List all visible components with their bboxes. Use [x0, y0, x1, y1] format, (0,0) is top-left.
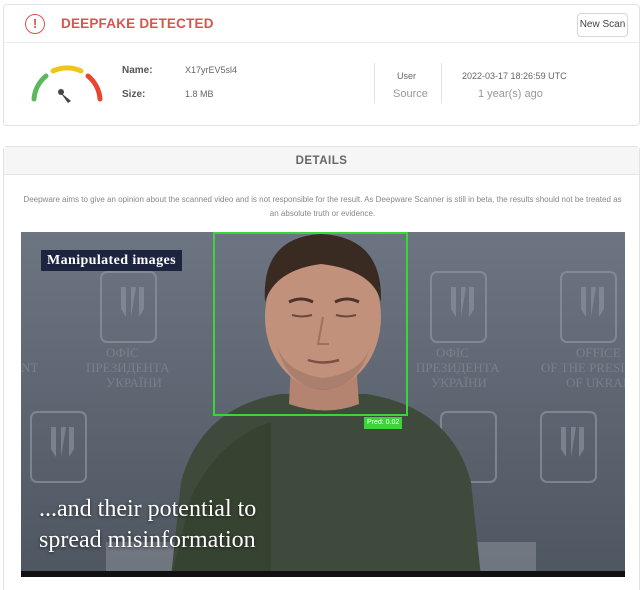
video-subtitle: ...and their potential to spread misinfo… [39, 494, 256, 556]
prediction-label: Pred: 0.02 [364, 417, 403, 429]
gauge-mid-segment [50, 65, 84, 74]
meta-divider [374, 63, 375, 103]
disclaimer-text: Deepware aims to give an opinion about t… [23, 195, 622, 218]
subtitle-line: ...and their potential to [39, 496, 257, 522]
gauge-low-segment [31, 73, 49, 102]
result-status-title: DEEPFAKE DETECTED [61, 16, 214, 31]
deepfake-gauge-icon [31, 65, 103, 103]
result-header: ! DEEPFAKE DETECTED New Scan [4, 5, 639, 43]
scan-result-card: ! DEEPFAKE DETECTED New Scan Name: X17yr… [3, 4, 640, 126]
manipulated-images-caption: Manipulated images [41, 250, 182, 271]
subtitle-line: spread misinformation [39, 527, 256, 553]
video-frame[interactable]: ОФІС ПРЕЗИДЕНТА УКРАЇНИ ОФІС ПРЕЗИДЕНТА … [21, 232, 625, 577]
details-header: DETAILS [4, 147, 639, 175]
gauge-hub [58, 89, 64, 95]
face-detection-box [213, 232, 408, 416]
alert-circle-icon: ! [25, 14, 45, 34]
size-value: 1.8 MB [185, 89, 214, 99]
video-progress-bar[interactable] [21, 571, 625, 577]
source-label: Source [393, 88, 428, 100]
gauge-high-segment [85, 73, 103, 102]
name-label: Name: [122, 65, 153, 76]
user-label: User [397, 71, 417, 81]
name-value: X17yrEV5sl4 [185, 65, 238, 75]
new-scan-button[interactable]: New Scan [577, 13, 628, 37]
scan-date-relative: 1 year(s) ago [478, 88, 543, 100]
size-label: Size: [122, 89, 146, 100]
scan-date: 2022-03-17 18:26:59 UTC [462, 71, 567, 81]
meta-divider [441, 63, 442, 103]
